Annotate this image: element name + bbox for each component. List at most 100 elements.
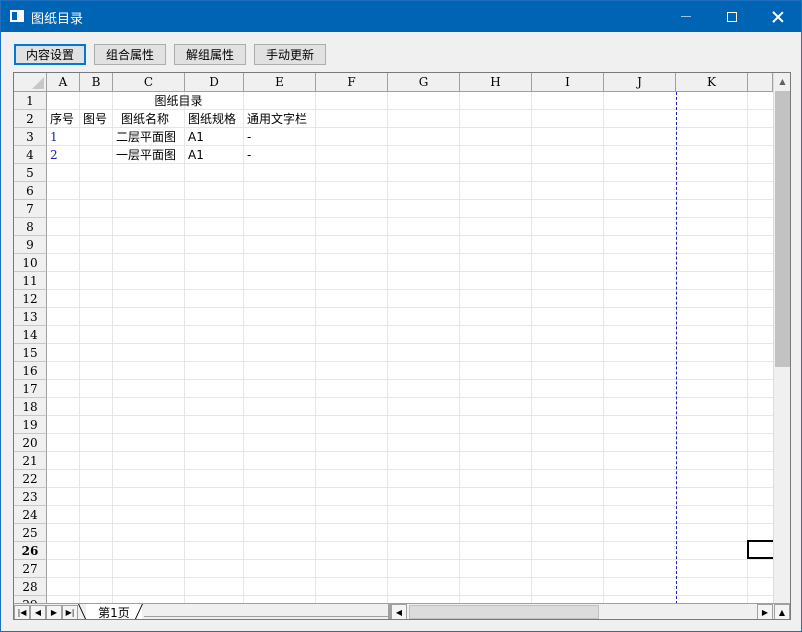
grid-row-line	[47, 289, 773, 290]
minimize-button[interactable]	[663, 1, 709, 32]
row-header-11[interactable]: 11	[14, 272, 47, 290]
grid-row-line	[47, 199, 773, 200]
sheet-tab-bar: |◀ ◀ ▶ ▶| 第1页 ◀ ▶ ▲	[14, 603, 790, 619]
row-header-16[interactable]: 16	[14, 362, 47, 380]
vertical-scrollbar[interactable]: ▲	[773, 73, 790, 604]
cell-c2[interactable]: 图纸名称	[113, 110, 185, 128]
horizontal-scroll-thumb[interactable]	[409, 605, 599, 619]
grid-column-line	[112, 92, 113, 603]
select-all-corner[interactable]	[14, 73, 47, 92]
window-title: 图纸目录	[31, 12, 84, 27]
row-header-9[interactable]: 9	[14, 236, 47, 254]
vertical-scroll-thumb[interactable]	[775, 91, 790, 367]
row-header-14[interactable]: 14	[14, 326, 47, 344]
first-sheet-icon[interactable]: |◀	[14, 605, 30, 619]
grid-column-line	[747, 92, 748, 603]
next-sheet-icon[interactable]: ▶	[46, 605, 62, 619]
cell-c3[interactable]: 二层平面图	[113, 128, 185, 146]
column-header-f[interactable]: F	[316, 73, 388, 92]
cell-c4[interactable]: 一层平面图	[113, 146, 185, 164]
column-header-g[interactable]: G	[388, 73, 460, 92]
grid-row-line	[47, 217, 773, 218]
scroll-down-icon[interactable]: ▲	[774, 604, 790, 619]
maximize-button[interactable]	[709, 1, 755, 32]
cell-e2[interactable]: 通用文字栏	[244, 110, 316, 128]
cell-b2[interactable]: 图号	[80, 110, 113, 128]
row-header-3[interactable]: 3	[14, 128, 47, 146]
row-header-22[interactable]: 22	[14, 470, 47, 488]
cell-a4[interactable]: 2	[47, 146, 80, 164]
last-sheet-icon[interactable]: ▶|	[62, 605, 78, 619]
grid-row-line	[47, 577, 773, 578]
cell-e4[interactable]: -	[244, 146, 316, 164]
cell-d3[interactable]: A1	[185, 128, 244, 146]
row-header-17[interactable]: 17	[14, 380, 47, 398]
row-header-28[interactable]: 28	[14, 578, 47, 596]
cell-d4[interactable]: A1	[185, 146, 244, 164]
toolbar: 内容设置 组合属性 解组属性 手动更新	[1, 32, 801, 72]
row-header-15[interactable]: 15	[14, 344, 47, 362]
content-settings-button[interactable]: 内容设置	[14, 44, 86, 65]
prev-sheet-icon[interactable]: ◀	[30, 605, 46, 619]
column-header-h[interactable]: H	[460, 73, 532, 92]
grid-row-line	[47, 307, 773, 308]
row-header-12[interactable]: 12	[14, 290, 47, 308]
grid-row-line	[47, 487, 773, 488]
column-header-e[interactable]: E	[244, 73, 316, 92]
cell-a2[interactable]: 序号	[47, 110, 80, 128]
row-header-8[interactable]: 8	[14, 218, 47, 236]
scroll-right-icon[interactable]: ▶	[757, 604, 773, 619]
column-header-j[interactable]: J	[604, 73, 676, 92]
row-header-24[interactable]: 24	[14, 506, 47, 524]
column-header-k[interactable]: K	[676, 73, 748, 92]
row-header-1[interactable]: 1	[14, 92, 47, 110]
row-header-21[interactable]: 21	[14, 452, 47, 470]
spreadsheet[interactable]: A B C D E F G H I J K 1 2 3 4 5 6 7 8 9 10 11 12 13 1…	[13, 72, 791, 620]
row-header-2[interactable]: 2	[14, 110, 47, 128]
scroll-up-icon[interactable]: ▲	[774, 73, 790, 90]
close-button[interactable]	[755, 1, 801, 32]
cell-d2[interactable]: 图纸规格	[185, 110, 244, 128]
grid-column-line	[184, 92, 185, 603]
cell-c1-title[interactable]: 图纸目录	[113, 92, 244, 110]
horizontal-scrollbar[interactable]: ◀ ▶	[391, 604, 773, 619]
grid-row-line	[47, 541, 773, 542]
row-header-26[interactable]: 26	[14, 542, 47, 560]
row-header-18[interactable]: 18	[14, 398, 47, 416]
grid-row-line	[47, 595, 773, 596]
ungroup-properties-button[interactable]: 解组属性	[174, 44, 246, 65]
row-header-10[interactable]: 10	[14, 254, 47, 272]
grid-row-line	[47, 325, 773, 326]
row-header-13[interactable]: 13	[14, 308, 47, 326]
column-header-a[interactable]: A	[47, 73, 80, 92]
row-header-7[interactable]: 7	[14, 200, 47, 218]
title-bar[interactable]: 图纸目录	[1, 1, 801, 32]
app-window: 图纸目录 内容设置 组合属性 解组属性 手动更新 A B C D E F G H…	[0, 0, 802, 632]
row-header-25[interactable]: 25	[14, 524, 47, 542]
column-header-d[interactable]: D	[185, 73, 244, 92]
group-properties-button[interactable]: 组合属性	[94, 44, 166, 65]
cell-e3[interactable]: -	[244, 128, 316, 146]
cell-a3[interactable]: 1	[47, 128, 80, 146]
row-header-4[interactable]: 4	[14, 146, 47, 164]
column-header-i[interactable]: I	[532, 73, 604, 92]
row-header-27[interactable]: 27	[14, 560, 47, 578]
row-header-5[interactable]: 5	[14, 164, 47, 182]
grid-row-line	[47, 361, 773, 362]
grid-column-line	[459, 92, 460, 603]
manual-update-button[interactable]: 手动更新	[254, 44, 326, 65]
scroll-left-icon[interactable]: ◀	[391, 604, 407, 619]
grid-column-line	[315, 92, 316, 603]
row-header-23[interactable]: 23	[14, 488, 47, 506]
column-header-c[interactable]: C	[113, 73, 185, 92]
sheet-tab-page-1[interactable]: 第1页	[86, 604, 142, 619]
row-header-6[interactable]: 6	[14, 182, 47, 200]
row-header-20[interactable]: 20	[14, 434, 47, 452]
grid-row-line	[47, 415, 773, 416]
maximize-icon	[727, 11, 737, 22]
row-header-19[interactable]: 19	[14, 416, 47, 434]
grid-column-line	[79, 92, 80, 603]
close-icon	[772, 11, 784, 23]
column-header-overflow	[748, 73, 773, 92]
column-header-b[interactable]: B	[80, 73, 113, 92]
